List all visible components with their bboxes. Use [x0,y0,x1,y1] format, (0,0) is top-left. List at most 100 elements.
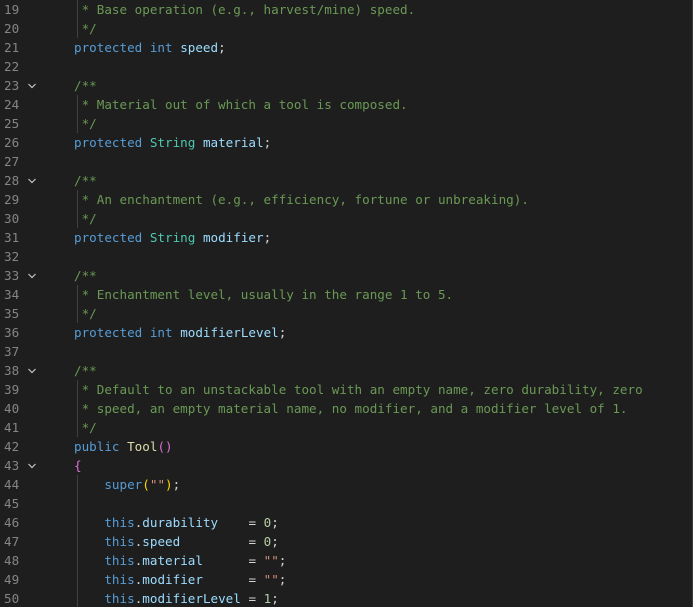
code-token: { [74,458,82,473]
code-token: public [74,439,120,454]
code-line[interactable]: 26 protected String material; [0,133,692,152]
line-number: 45 [4,496,20,511]
code-token: this [104,572,135,587]
line-number: 30 [4,211,20,226]
code-line[interactable]: 19 * Base operation (e.g., harvest/mine)… [0,0,692,19]
code-line[interactable]: 43 { [0,456,692,475]
code-token: speed [142,534,181,549]
indent-guide [77,494,78,513]
code-line[interactable]: 42 public Tool() [0,437,692,456]
code-line[interactable]: 48 this.material = ""; [0,551,692,570]
line-gutter: 39 [0,380,48,399]
line-gutter: 49 [0,570,48,589]
code-line[interactable]: 23 /** [0,76,692,95]
code-token: modifier [202,230,264,245]
code-token: = [240,591,264,606]
line-gutter: 24 [0,95,48,114]
line-number: 37 [4,344,20,359]
code-line[interactable]: 29 * An enchantment (e.g., efficiency, f… [0,190,692,209]
line-number: 34 [4,287,20,302]
code-line[interactable]: 34 * Enchantment level, usually in the r… [0,285,692,304]
code-token: int [149,325,173,340]
code-token: */ [74,116,97,131]
code-token: * Enchantment level, usually in the rang… [74,287,454,302]
code-line[interactable]: 20 */ [0,19,692,38]
code-line[interactable]: 32 [0,247,692,266]
line-number: 23 [4,78,20,93]
code-line[interactable]: 37 [0,342,692,361]
code-line[interactable]: 33 /** [0,266,692,285]
code-line[interactable]: 27 [0,152,692,171]
line-gutter: 50 [0,589,48,607]
code-token: ; [278,553,287,568]
code-token: ) [165,477,173,492]
line-number: 35 [4,306,20,321]
code-text: */ [74,304,97,323]
fold-chevron-down-icon[interactable] [27,176,37,186]
code-text: /** [74,266,97,285]
fold-chevron-down-icon[interactable] [27,366,37,376]
line-number: 33 [4,268,20,283]
code-line[interactable]: 30 */ [0,209,692,228]
code-line[interactable]: 47 this.speed = 0; [0,532,692,551]
line-gutter: 25 [0,114,48,133]
code-token: modifierLevel [142,591,241,606]
code-token: /** [74,268,97,283]
code-line[interactable]: 35 */ [0,304,692,323]
code-text: this.speed = 0; [74,532,278,551]
code-line[interactable]: 50 this.modifierLevel = 1; [0,589,692,607]
code-text: * speed, an empty material name, no modi… [74,399,628,418]
code-text: * Base operation (e.g., harvest/mine) sp… [74,0,416,19]
code-editor[interactable]: 19 * Base operation (e.g., harvest/mine)… [0,0,693,607]
code-text: /** [74,76,97,95]
line-gutter: 20 [0,19,48,38]
code-line[interactable]: 46 this.durability = 0; [0,513,692,532]
code-token: this [104,553,135,568]
line-number: 25 [4,116,20,131]
code-line[interactable]: 40 * speed, an empty material name, no m… [0,399,692,418]
code-line[interactable]: 41 */ [0,418,692,437]
line-gutter: 32 [0,247,48,266]
line-number: 39 [4,382,20,397]
code-token: this [104,534,135,549]
code-line[interactable]: 36 protected int modifierLevel; [0,323,692,342]
line-number: 26 [4,135,20,150]
code-token: * Base operation (e.g., harvest/mine) sp… [74,2,416,17]
code-text: * An enchantment (e.g., efficiency, fort… [74,190,529,209]
code-line[interactable]: 49 this.modifier = ""; [0,570,692,589]
code-line[interactable]: 22 [0,57,692,76]
code-text: this.modifier = ""; [74,570,286,589]
code-token: = [202,553,264,568]
code-text: this.modifierLevel = 1; [74,589,279,607]
code-text: protected int speed; [74,38,226,57]
code-line[interactable]: 25 */ [0,114,692,133]
code-token: protected [74,230,143,245]
line-number: 38 [4,363,20,378]
code-line[interactable]: 31 protected String modifier; [0,228,692,247]
code-token: /** [74,78,97,93]
code-line[interactable]: 45 [0,494,692,513]
line-number: 42 [4,439,20,454]
fold-chevron-down-icon[interactable] [27,81,37,91]
fold-chevron-down-icon[interactable] [27,271,37,281]
code-line[interactable]: 21 protected int speed; [0,38,692,57]
line-gutter: 41 [0,418,48,437]
fold-chevron-down-icon[interactable] [27,461,37,471]
code-token: * Material out of which a tool is compos… [74,97,408,112]
code-token: ; [271,591,279,606]
code-token: */ [74,306,97,321]
code-line[interactable]: 28 /** [0,171,692,190]
line-gutter: 37 [0,342,48,361]
code-line[interactable]: 44 super(""); [0,475,692,494]
line-gutter: 27 [0,152,48,171]
code-line[interactable]: 38 /** [0,361,692,380]
line-number: 41 [4,420,20,435]
line-number: 22 [4,59,20,74]
line-gutter: 38 [0,361,48,380]
code-line[interactable]: 39 * Default to an unstackable tool with… [0,380,692,399]
code-line[interactable]: 24 * Material out of which a tool is com… [0,95,692,114]
